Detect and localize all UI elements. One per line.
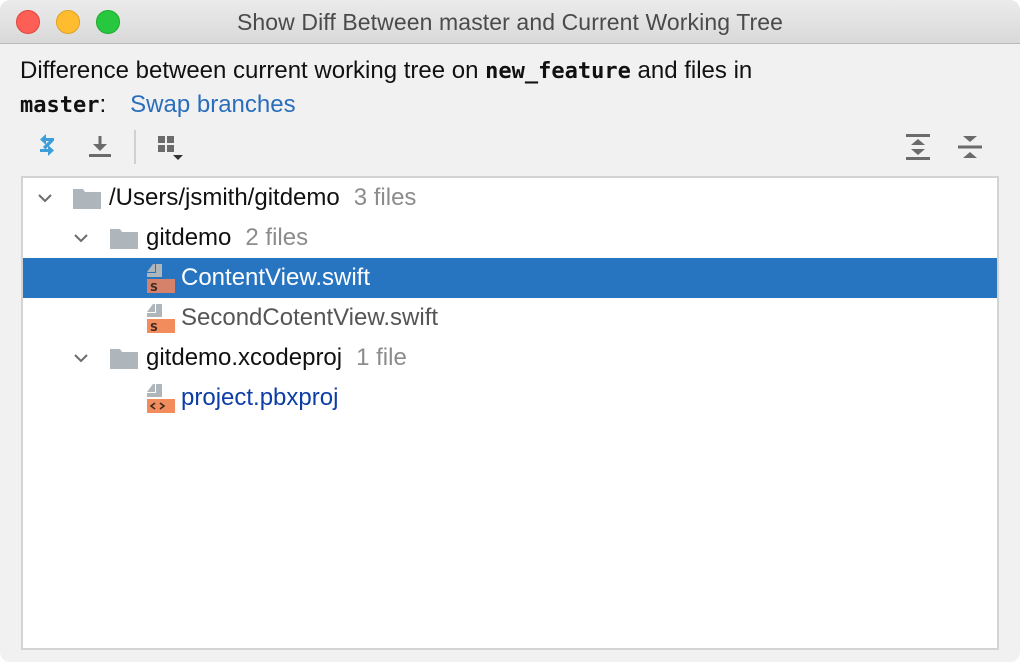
- chevron-down-icon[interactable]: [35, 188, 55, 208]
- tree-row-label: ContentView.swift: [181, 264, 370, 291]
- tree-row-label: SecondCotentView.swift: [181, 304, 439, 331]
- svg-text:S: S: [150, 321, 158, 334]
- svg-text:S: S: [150, 281, 158, 294]
- description-middle: and files in: [630, 57, 753, 84]
- tree-row-label: gitdemo 2 files: [146, 224, 309, 251]
- group-by-icon: [158, 136, 183, 160]
- chevron-down-icon[interactable]: [71, 228, 91, 248]
- chevron-down-icon[interactable]: [71, 348, 91, 368]
- download-button[interactable]: [82, 126, 118, 168]
- changes-tree[interactable]: /Users/jsmith/gitdemo 3 files gitdemo 2 fi…: [21, 176, 999, 650]
- group-by-button[interactable]: [152, 126, 188, 168]
- window-title: Show Diff Between master and Current Wor…: [236, 9, 784, 35]
- expand-all-icon: [906, 134, 930, 160]
- code-file-icon: [145, 384, 175, 413]
- tree-row-folder[interactable]: gitdemo 2 files: [23, 218, 997, 258]
- diff-description: Difference between current working tree …: [20, 54, 1000, 122]
- title-bar: Show Diff Between master and Current Wor…: [0, 0, 1020, 44]
- file-count: 3 files: [353, 184, 417, 211]
- file-count: 1 file: [356, 344, 407, 371]
- description-suffix: :: [99, 91, 107, 118]
- tree-row-label: gitdemo.xcodeproj 1 file: [146, 344, 407, 371]
- tree-row-label: project.pbxproj: [181, 384, 339, 411]
- compare-icon: [40, 134, 54, 156]
- tree-row-file-selected[interactable]: S ContentView.swift: [23, 258, 997, 298]
- tree-row-folder[interactable]: gitdemo.xcodeproj 1 file: [23, 338, 997, 378]
- expand-all-button[interactable]: [900, 126, 936, 168]
- folder-icon: [110, 228, 138, 249]
- toolbar: [20, 126, 1000, 168]
- download-icon: [89, 136, 111, 157]
- tree-row-label: /Users/jsmith/gitdemo 3 files: [109, 184, 417, 211]
- dialog-window: Show Diff Between master and Current Wor…: [0, 0, 1020, 662]
- collapse-all-button[interactable]: [952, 126, 988, 168]
- compare-button[interactable]: [30, 126, 66, 168]
- swift-file-icon: S: [145, 264, 175, 294]
- current-branch-name: new_feature: [485, 59, 631, 84]
- description-prefix: Difference between current working tree …: [20, 57, 486, 84]
- target-branch-name: master: [20, 93, 100, 118]
- file-count: 2 files: [245, 224, 309, 251]
- swap-branches-link[interactable]: Swap branches: [130, 91, 295, 118]
- tree-row-file[interactable]: project.pbxproj: [23, 378, 997, 418]
- swift-file-icon: S: [145, 304, 175, 334]
- toolbar-separator: [134, 130, 136, 164]
- collapse-all-icon: [958, 136, 982, 158]
- tree-row-root-folder[interactable]: /Users/jsmith/gitdemo 3 files: [23, 178, 997, 218]
- folder-icon: [110, 348, 138, 369]
- folder-icon: [73, 188, 101, 209]
- tree-row-file[interactable]: S SecondCotentView.swift: [23, 298, 997, 338]
